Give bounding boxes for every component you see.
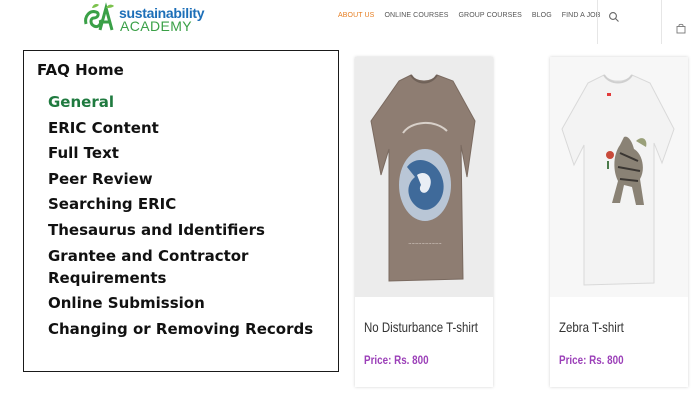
brown-tshirt-image: ~~~~~~~~~~	[370, 74, 476, 282]
faq-title[interactable]: FAQ Home	[37, 61, 124, 79]
nav-divider	[661, 0, 662, 44]
faq-item-searching-eric[interactable]: Searching ERIC	[48, 193, 334, 215]
product-image[interactable]: ~~~~~~~~~~	[355, 57, 493, 297]
site-logo[interactable]: sustainability ACADEMY	[82, 2, 222, 36]
faq-item-general[interactable]: General	[48, 91, 334, 113]
product-price: Price: Rs. 800	[559, 353, 624, 367]
faq-item-grantee-requirements[interactable]: Grantee and Contractor Requirements	[48, 245, 334, 289]
faq-item-full-text[interactable]: Full Text	[48, 142, 334, 164]
product-image[interactable]	[550, 57, 688, 297]
product-card[interactable]: ~~~~~~~~~~ No Disturbance T-shirt Price:…	[355, 57, 493, 387]
faq-panel: FAQ Home General ERIC Content Full Text …	[23, 50, 339, 372]
nav-divider	[597, 0, 598, 44]
product-price: Price: Rs. 800	[364, 353, 429, 367]
white-tshirt-image	[561, 74, 675, 286]
nav-online-courses[interactable]: ONLINE COURSES	[384, 12, 448, 19]
svg-text:~~~~~~~~~~: ~~~~~~~~~~	[408, 241, 442, 246]
product-name[interactable]: Zebra T-shirt	[559, 319, 624, 335]
shopping-bag-icon[interactable]	[676, 23, 686, 34]
faq-item-thesaurus[interactable]: Thesaurus and Identifiers	[48, 219, 334, 241]
nav-blog[interactable]: BLOG	[532, 12, 552, 19]
main-nav: ABOUT US ONLINE COURSES GROUP COURSES BL…	[338, 12, 611, 19]
logo-mark-icon	[84, 2, 114, 31]
site-header: sustainability ACADEMY ABOUT US ONLINE C…	[0, 0, 700, 44]
faq-item-peer-review[interactable]: Peer Review	[48, 168, 334, 190]
faq-list: General ERIC Content Full Text Peer Revi…	[48, 91, 334, 343]
search-icon[interactable]	[608, 11, 620, 23]
nav-find-a-job[interactable]: FIND A JOB	[562, 12, 601, 19]
logo-text-academy: ACADEMY	[120, 18, 193, 34]
product-card[interactable]: Zebra T-shirt Price: Rs. 800	[550, 57, 688, 387]
nav-about-us[interactable]: ABOUT US	[338, 12, 374, 19]
faq-item-changing-records[interactable]: Changing or Removing Records	[48, 318, 334, 340]
nav-group-courses[interactable]: GROUP COURSES	[459, 12, 522, 19]
product-name[interactable]: No Disturbance T-shirt	[364, 319, 478, 335]
faq-item-eric-content[interactable]: ERIC Content	[48, 117, 334, 139]
faq-item-online-submission[interactable]: Online Submission	[48, 292, 334, 314]
